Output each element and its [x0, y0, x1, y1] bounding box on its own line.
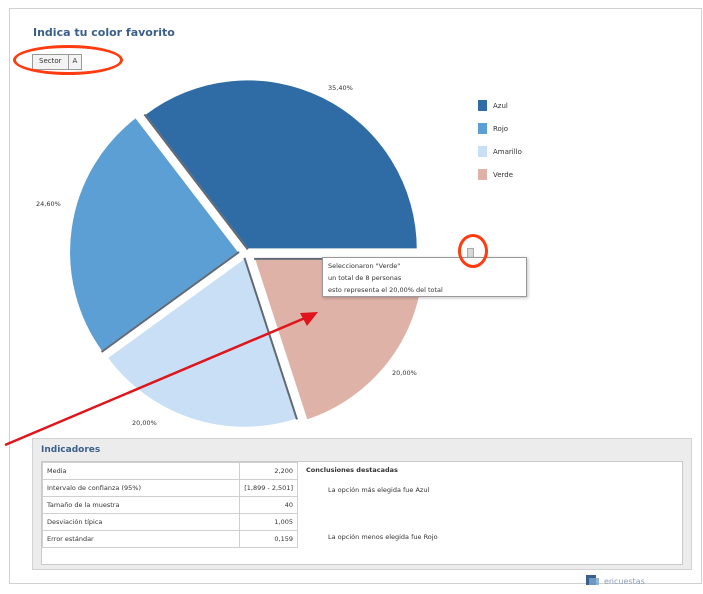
annotation-arrow — [4, 312, 318, 447]
